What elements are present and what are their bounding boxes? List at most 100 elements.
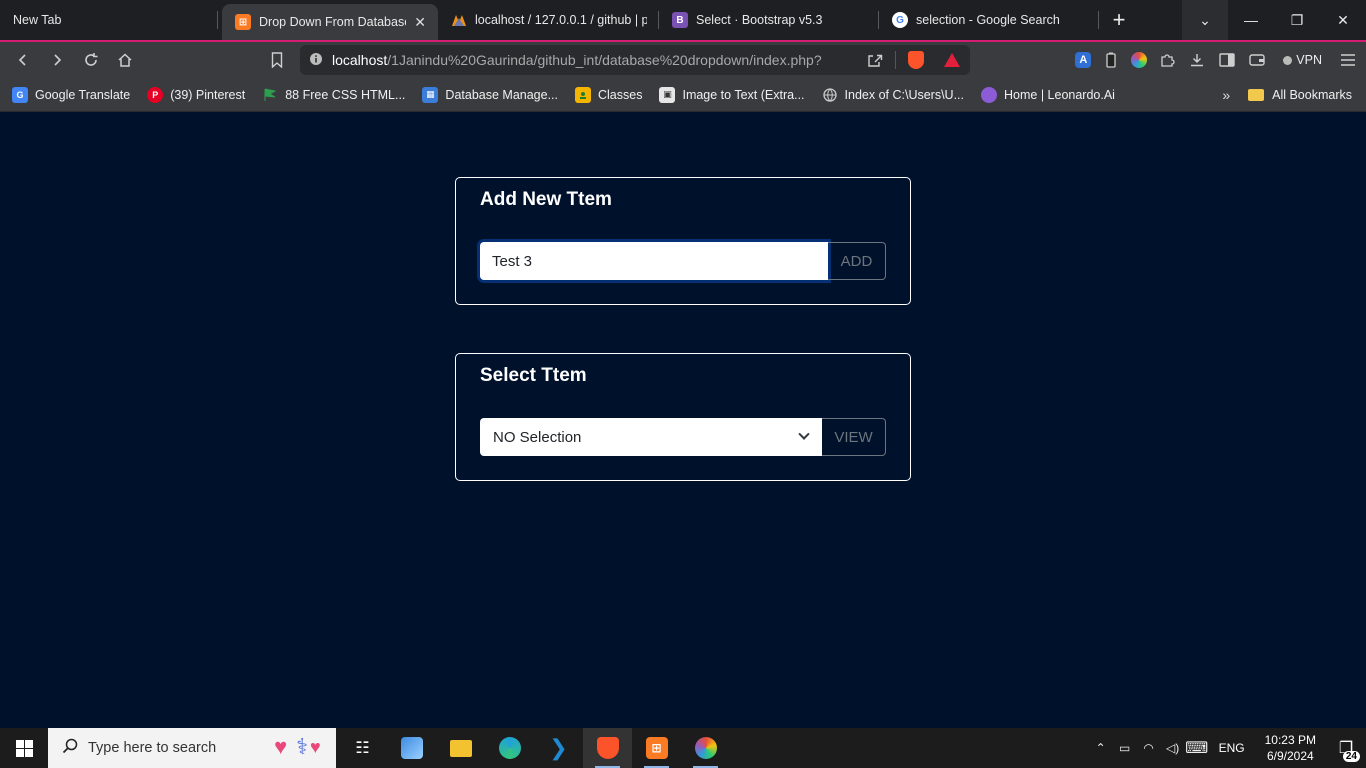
- phpmyadmin-icon: [451, 12, 467, 28]
- database-icon: ▦: [422, 86, 439, 103]
- url-path: /1Janindu%20Gaurinda/github_int/database…: [387, 52, 822, 68]
- bookmark-index-of[interactable]: Index of C:\Users\U...: [822, 87, 964, 103]
- taskbar-xampp[interactable]: ⊞: [632, 728, 681, 768]
- taskbar-brave[interactable]: [583, 728, 632, 768]
- taskbar-file-explorer[interactable]: [436, 728, 485, 768]
- clock-time: 10:23 PM: [1264, 733, 1316, 747]
- site-info-icon[interactable]: [300, 52, 332, 69]
- tab-title: localhost / 127.0.0.1 / github | ph: [475, 13, 647, 27]
- bookmark-leonardo[interactable]: Home | Leonardo.Ai: [981, 86, 1115, 103]
- extensions-puzzle-icon[interactable]: [1157, 50, 1177, 70]
- back-button[interactable]: [6, 45, 40, 75]
- share-icon[interactable]: [867, 52, 883, 68]
- tab-title: selection - Google Search: [916, 13, 1060, 27]
- back-arrow-icon: [18, 54, 26, 66]
- battery-extension-icon[interactable]: [1101, 50, 1121, 70]
- language-indicator[interactable]: ENG: [1209, 741, 1255, 755]
- tray-chevron-up-icon[interactable]: ⌃: [1089, 741, 1113, 755]
- tab-google-search[interactable]: G selection - Google Search: [879, 0, 1099, 40]
- bootstrap-icon: B: [672, 12, 688, 28]
- pinterest-icon: P: [147, 86, 164, 103]
- bookmark-page-button[interactable]: [260, 45, 294, 75]
- globe-icon: [822, 87, 838, 103]
- system-tray: ⌃ ▭ ◠ ◁) ⌨ ENG 10:23 PM 6/9/2024 ❐ 24: [1089, 728, 1366, 768]
- keyboard-icon[interactable]: ⌨: [1185, 738, 1209, 758]
- stethoscope-icon: ⚕: [296, 734, 308, 759]
- bookmark-free-css[interactable]: 88 Free CSS HTML...: [262, 87, 405, 103]
- item-select-dropdown[interactable]: NO Selection: [480, 418, 822, 456]
- minimize-button[interactable]: —: [1228, 0, 1274, 40]
- bookmark-classes[interactable]: Classes: [575, 86, 642, 103]
- tab-bootstrap-select[interactable]: B Select · Bootstrap v5.3: [659, 0, 879, 40]
- volume-icon[interactable]: ◁): [1161, 741, 1185, 755]
- start-button[interactable]: [0, 728, 48, 768]
- bookmarks-right: » All Bookmarks: [1222, 87, 1352, 103]
- close-window-button[interactable]: ✕: [1320, 0, 1366, 40]
- all-bookmarks-button[interactable]: All Bookmarks: [1248, 88, 1352, 102]
- tab-new-tab[interactable]: New Tab: [0, 0, 218, 40]
- translate-extension-icon[interactable]: A: [1075, 52, 1092, 68]
- new-tab-button[interactable]: +: [1099, 0, 1139, 40]
- file-explorer-icon: [449, 739, 472, 757]
- wifi-icon[interactable]: ◠: [1137, 741, 1161, 755]
- bookmark-label: Image to Text (Extra...: [682, 87, 805, 102]
- bookmark-icon: [271, 52, 283, 68]
- bookmark-label: Database Manage...: [445, 87, 558, 102]
- view-button[interactable]: VIEW: [822, 418, 886, 456]
- google-icon: G: [892, 12, 908, 28]
- selected-option: NO Selection: [493, 428, 582, 446]
- task-view-icon: ☷: [355, 740, 370, 757]
- vpn-button[interactable]: VPN: [1277, 53, 1328, 67]
- brave-shield-icon[interactable]: [908, 51, 924, 69]
- brave-icon: [596, 737, 619, 759]
- reload-button[interactable]: [74, 45, 108, 75]
- color-picker-extension-icon[interactable]: [1131, 52, 1148, 68]
- home-button[interactable]: [108, 45, 142, 75]
- add-item-card: Add New Ttem ADD: [455, 177, 911, 305]
- restore-button[interactable]: ❐: [1274, 0, 1320, 40]
- download-icon[interactable]: [1187, 50, 1207, 70]
- taskbar-search-box[interactable]: Type here to search ♥ ⚕ ♥: [48, 728, 336, 768]
- bookmark-google-translate[interactable]: G Google Translate: [12, 86, 130, 103]
- bookmark-pinterest[interactable]: P (39) Pinterest: [147, 86, 245, 103]
- all-bookmarks-label: All Bookmarks: [1272, 87, 1352, 102]
- task-view-button[interactable]: ☷: [338, 728, 387, 768]
- more-bookmarks-chevron-icon[interactable]: »: [1222, 87, 1230, 103]
- reload-icon: [85, 53, 98, 66]
- brave-rewards-icon[interactable]: [944, 53, 960, 67]
- add-button[interactable]: ADD: [828, 242, 886, 280]
- tab-search-chevron-icon[interactable]: ⌄: [1182, 0, 1228, 40]
- forward-button[interactable]: [40, 45, 74, 75]
- address-bar[interactable]: localhost/1Janindu%20Gaurinda/github_int…: [300, 45, 970, 75]
- item-name-input[interactable]: [480, 242, 828, 280]
- divider: [895, 51, 896, 69]
- tab-phpmyadmin[interactable]: localhost / 127.0.0.1 / github | ph: [438, 0, 659, 40]
- select-item-title: Select Ttem: [480, 365, 587, 386]
- chevron-down-icon: [798, 428, 810, 440]
- window-controls: ⌄ — ❐ ✕: [1182, 0, 1366, 40]
- taskbar-file-manager[interactable]: [387, 728, 436, 768]
- windows-taskbar: Type here to search ♥ ⚕ ♥ ☷ ❯ ⊞ ⌃ ▭ ◠ ◁)…: [0, 728, 1366, 768]
- classroom-icon: [575, 86, 591, 103]
- close-tab-icon[interactable]: ✕: [414, 14, 426, 31]
- google-translate-icon: G: [12, 86, 28, 103]
- url-text[interactable]: localhost/1Janindu%20Gaurinda/github_int…: [332, 52, 867, 68]
- vpn-status-dot: [1283, 55, 1293, 65]
- bookmark-database-manager[interactable]: ▦ Database Manage...: [422, 86, 558, 103]
- tab-title: Drop Down From Database: [259, 15, 407, 29]
- sidebar-toggle-icon[interactable]: [1217, 50, 1237, 70]
- taskbar-edge[interactable]: [485, 728, 534, 768]
- taskbar-vscode[interactable]: ❯: [534, 728, 583, 768]
- url-host: localhost: [332, 52, 388, 68]
- taskbar-photos[interactable]: [681, 728, 730, 768]
- vscode-icon: ❯: [549, 735, 568, 760]
- wallet-icon[interactable]: [1247, 50, 1267, 70]
- menu-icon[interactable]: [1338, 50, 1358, 70]
- battery-icon[interactable]: ▭: [1113, 741, 1137, 755]
- vpn-label: VPN: [1296, 53, 1322, 67]
- tab-drop-down-from-database[interactable]: ⊞ Drop Down From Database ✕: [222, 4, 438, 40]
- clock[interactable]: 10:23 PM 6/9/2024: [1255, 732, 1326, 764]
- bookmark-image-to-text[interactable]: ▣ Image to Text (Extra...: [659, 86, 805, 103]
- notifications-button[interactable]: ❐ 24: [1326, 728, 1366, 768]
- heart-icon: ♥: [274, 734, 288, 759]
